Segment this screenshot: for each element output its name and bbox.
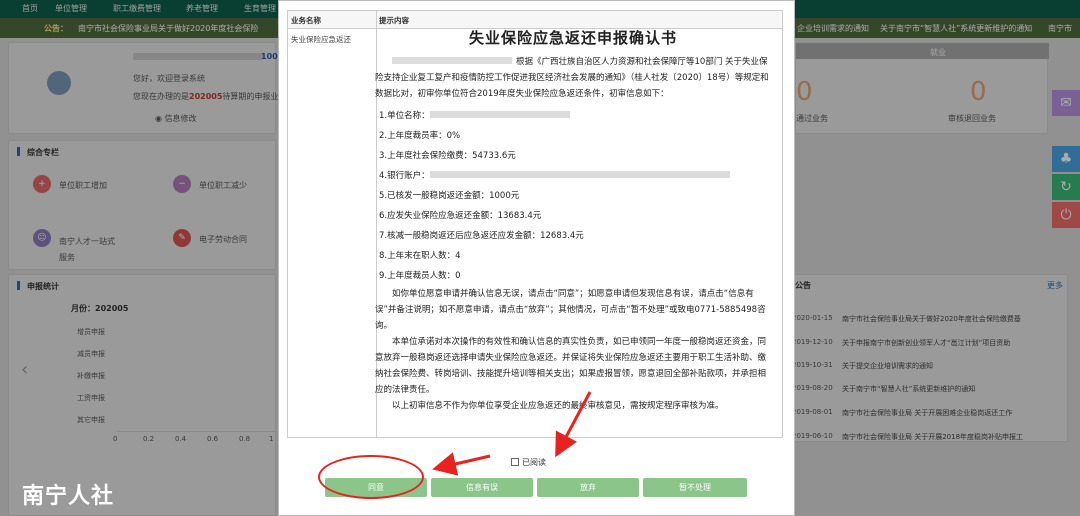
info-item: 7.核减一般稳岗返还后应急返还应发金额：12683.4元 bbox=[379, 231, 584, 241]
document-paragraph-1: 如你单位愿意申请并确认信息无误，请点击“同意”；如愿意申请但发现信息有误，请点击… bbox=[375, 289, 766, 331]
column-header-business: 业务名称 bbox=[288, 11, 376, 29]
read-label: 已阅读 bbox=[522, 458, 546, 467]
info-item: 6.应发失业保险应急返还金额：13683.4元 bbox=[379, 211, 542, 221]
info-item: 9.上年度裁员人数：0 bbox=[379, 271, 461, 281]
later-button[interactable]: 暂不处理 bbox=[643, 478, 747, 497]
document-paragraph-3: 以上初审信息不作为你单位享受企业应急返还的最终审核意见，需按规定程序审核为准。 bbox=[392, 401, 724, 411]
read-checkbox[interactable] bbox=[511, 458, 519, 466]
business-name: 失业保险应急返还 bbox=[291, 35, 351, 44]
info-item: 3.上年度社会保险缴费：54733.6元 bbox=[379, 151, 516, 161]
confirmation-dialog: 业务名称 提示内容 失业保险应急返还 失业保险应急返还申报确认书 根据《广西壮族… bbox=[278, 0, 795, 516]
info-item: 1.单位名称： bbox=[375, 106, 771, 126]
document-title: 失业保险应急返还申报确认书 bbox=[468, 29, 677, 47]
document-intro: 根据《广西壮族自治区人力资源和社会保障厅等10部门 关于失业保险支持企业复工复产… bbox=[375, 57, 769, 99]
abandon-button[interactable]: 放弃 bbox=[537, 478, 639, 497]
info-item: 8.上年末在职人数：4 bbox=[379, 251, 461, 261]
agree-button[interactable]: 同意 bbox=[325, 478, 427, 497]
read-checkbox-row[interactable]: 已阅读 bbox=[511, 457, 546, 468]
info-item: 2.上年度裁员率：0% bbox=[379, 131, 461, 141]
document-paragraph-2: 本单位承诺对本次操作的有效性和确认信息的真实性负责，如已申领同一年度一般稳岗返还… bbox=[375, 337, 767, 395]
watermark-logo: 南宁人社 bbox=[22, 484, 115, 509]
info-error-button[interactable]: 信息有误 bbox=[431, 478, 533, 497]
info-item: 5.已核发一般稳岗返还金额：1000元 bbox=[379, 191, 520, 201]
info-item: 4.银行账户： bbox=[375, 166, 771, 186]
confirmation-document: 失业保险应急返还申报确认书 根据《广西壮族自治区人力资源和社会保障厅等10部门 … bbox=[375, 27, 771, 414]
unit-name-blurred bbox=[392, 57, 512, 64]
